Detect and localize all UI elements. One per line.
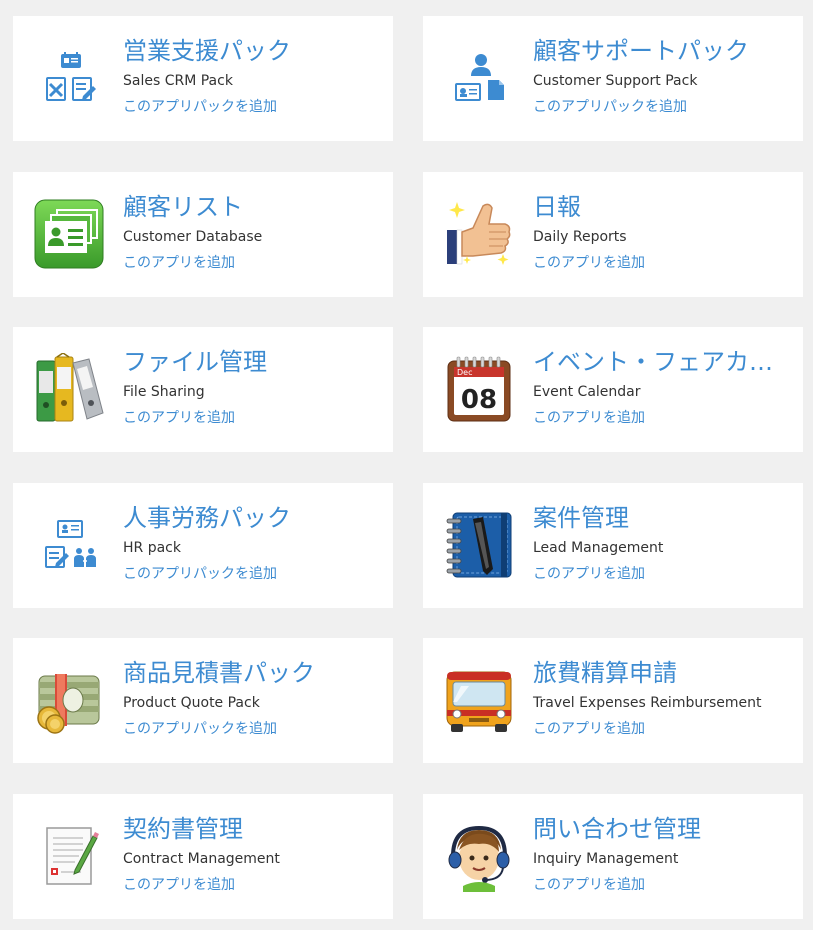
customer-support-pack-icon [441, 40, 517, 116]
add-app-link[interactable]: このアプリを追加 [533, 254, 645, 272]
sales-crm-pack-icon [31, 40, 107, 116]
app-title[interactable]: 問い合わせ管理 [533, 814, 795, 844]
calendar-icon: Dec 08 [441, 351, 517, 427]
app-card-event-calendar[interactable]: Dec 08 イベント・フェアカ… Event Calendar このアプリを追… [423, 327, 803, 452]
bus-icon [441, 662, 517, 738]
add-app-link[interactable]: このアプリを追加 [123, 876, 235, 894]
thumbs-up-icon [441, 196, 517, 272]
app-subtitle: Sales CRM Pack [123, 73, 233, 89]
app-title[interactable]: 商品見積書パック [123, 658, 385, 688]
app-card-product-quote-pack[interactable]: 商品見積書パック Product Quote Pack このアプリパックを追加 [13, 638, 393, 763]
app-card-customer-database[interactable]: 顧客リスト Customer Database このアプリを追加 [13, 172, 393, 297]
app-subtitle: File Sharing [123, 384, 205, 400]
app-subtitle: Contract Management [123, 851, 280, 867]
app-card-customer-support-pack[interactable]: 顧客サポートパック Customer Support Pack このアプリパック… [423, 16, 803, 141]
customer-card-icon [31, 196, 107, 272]
app-subtitle: Travel Expenses Reimbursement [533, 695, 762, 711]
binders-icon [31, 351, 107, 427]
app-subtitle: HR pack [123, 540, 181, 556]
app-title[interactable]: 契約書管理 [123, 814, 385, 844]
notebook-pen-icon [441, 507, 517, 583]
app-title[interactable]: 営業支援パック [123, 36, 385, 66]
headset-operator-icon [441, 818, 517, 894]
app-subtitle: Customer Database [123, 229, 263, 245]
app-card-inquiry-management[interactable]: 問い合わせ管理 Inquiry Management このアプリを追加 [423, 794, 803, 919]
app-card-sales-crm-pack[interactable]: 営業支援パック Sales CRM Pack このアプリパックを追加 [13, 16, 393, 141]
add-app-link[interactable]: このアプリを追加 [533, 720, 645, 738]
app-subtitle: Customer Support Pack [533, 73, 698, 89]
add-app-pack-link[interactable]: このアプリパックを追加 [123, 98, 277, 116]
app-title[interactable]: 顧客サポートパック [533, 36, 795, 66]
app-subtitle: Product Quote Pack [123, 695, 260, 711]
money-icon [31, 662, 107, 738]
add-app-link[interactable]: このアプリを追加 [123, 409, 235, 427]
app-title[interactable]: 人事労務パック [123, 503, 385, 533]
app-title[interactable]: 旅費精算申請 [533, 658, 795, 688]
app-card-daily-reports[interactable]: 日報 Daily Reports このアプリを追加 [423, 172, 803, 297]
app-subtitle: Inquiry Management [533, 851, 679, 867]
app-title[interactable]: 日報 [533, 192, 795, 222]
add-app-pack-link[interactable]: このアプリパックを追加 [123, 565, 277, 583]
app-card-travel-expenses[interactable]: 旅費精算申請 Travel Expenses Reimbursement このア… [423, 638, 803, 763]
hr-pack-icon [31, 507, 107, 583]
add-app-pack-link[interactable]: このアプリパックを追加 [123, 720, 277, 738]
app-title[interactable]: 顧客リスト [123, 192, 385, 222]
app-card-contract-management[interactable]: 契約書管理 Contract Management このアプリを追加 [13, 794, 393, 919]
add-app-link[interactable]: このアプリを追加 [533, 565, 645, 583]
add-app-pack-link[interactable]: このアプリパックを追加 [533, 98, 687, 116]
add-app-link[interactable]: このアプリを追加 [533, 409, 645, 427]
contract-icon [31, 818, 107, 894]
add-app-link[interactable]: このアプリを追加 [533, 876, 645, 894]
app-subtitle: Lead Management [533, 540, 664, 556]
app-subtitle: Daily Reports [533, 229, 627, 245]
app-card-hr-pack[interactable]: 人事労務パック HR pack このアプリパックを追加 [13, 483, 393, 608]
app-title[interactable]: ファイル管理 [123, 347, 385, 377]
app-subtitle: Event Calendar [533, 384, 641, 400]
app-title[interactable]: 案件管理 [533, 503, 795, 533]
calendar-day: 08 [461, 385, 497, 415]
calendar-month: Dec [457, 368, 472, 377]
app-title[interactable]: イベント・フェアカ… [533, 347, 795, 377]
app-card-file-sharing[interactable]: ファイル管理 File Sharing このアプリを追加 [13, 327, 393, 452]
app-card-lead-management[interactable]: 案件管理 Lead Management このアプリを追加 [423, 483, 803, 608]
add-app-link[interactable]: このアプリを追加 [123, 254, 235, 272]
